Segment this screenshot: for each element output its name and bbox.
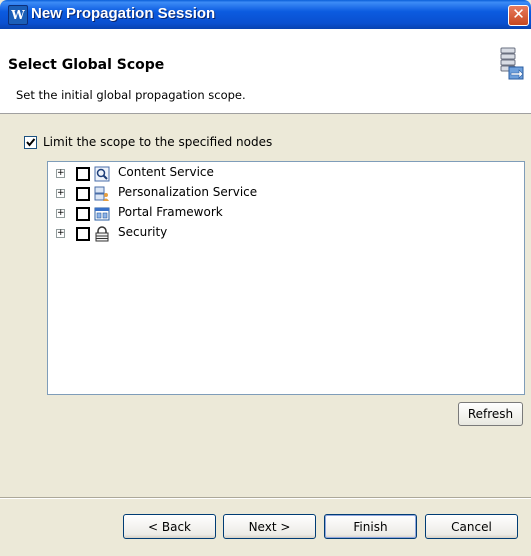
close-icon: ✕ <box>512 5 525 23</box>
node-checkbox[interactable] <box>76 227 90 241</box>
app-icon: W <box>8 5 28 25</box>
finish-button[interactable]: Finish <box>324 514 417 539</box>
node-checkbox[interactable] <box>76 187 90 201</box>
scope-tree[interactable]: + Content Service + Personalization Serv… <box>47 161 525 395</box>
cancel-button[interactable]: Cancel <box>425 514 518 539</box>
checkmark-icon <box>26 138 36 147</box>
tree-node-label: Content Service <box>118 165 214 179</box>
tree-node-label: Portal Framework <box>118 205 223 219</box>
page-title: Select Global Scope <box>8 57 165 73</box>
portal-framework-icon <box>94 207 110 221</box>
close-button[interactable]: ✕ <box>508 5 529 26</box>
wizard-header: Select Global Scope Set the initial glob… <box>0 29 531 114</box>
next-button[interactable]: Next > <box>223 514 316 539</box>
tree-node-portal-framework[interactable]: + Portal Framework <box>48 204 518 224</box>
wizard-banner-icon <box>500 47 524 80</box>
window-title: New Propagation Session <box>31 5 216 22</box>
node-checkbox[interactable] <box>76 167 90 181</box>
back-button[interactable]: < Back <box>123 514 216 539</box>
refresh-button[interactable]: Refresh <box>458 402 523 426</box>
tree-node-content-service[interactable]: + Content Service <box>48 164 518 184</box>
personalization-service-icon <box>94 186 109 201</box>
expand-plus-icon[interactable]: + <box>56 209 65 218</box>
expand-plus-icon[interactable]: + <box>56 229 65 238</box>
tree-node-label: Personalization Service <box>118 185 258 199</box>
limit-scope-label[interactable]: Limit the scope to the specified nodes <box>43 135 272 149</box>
footer-divider <box>0 497 531 499</box>
content-service-icon <box>94 166 110 182</box>
tree-node-personalization-service[interactable]: + Personalization Service <box>48 184 518 204</box>
page-description: Set the initial global propagation scope… <box>16 88 246 102</box>
security-icon <box>95 226 109 242</box>
node-checkbox[interactable] <box>76 207 90 221</box>
title-bar: W New Propagation Session ✕ <box>0 0 531 29</box>
expand-plus-icon[interactable]: + <box>56 169 65 178</box>
limit-scope-checkbox[interactable] <box>24 136 37 149</box>
tree-node-label: Security <box>118 225 168 239</box>
tree-node-security[interactable]: + Security <box>48 224 518 244</box>
expand-plus-icon[interactable]: + <box>56 189 65 198</box>
